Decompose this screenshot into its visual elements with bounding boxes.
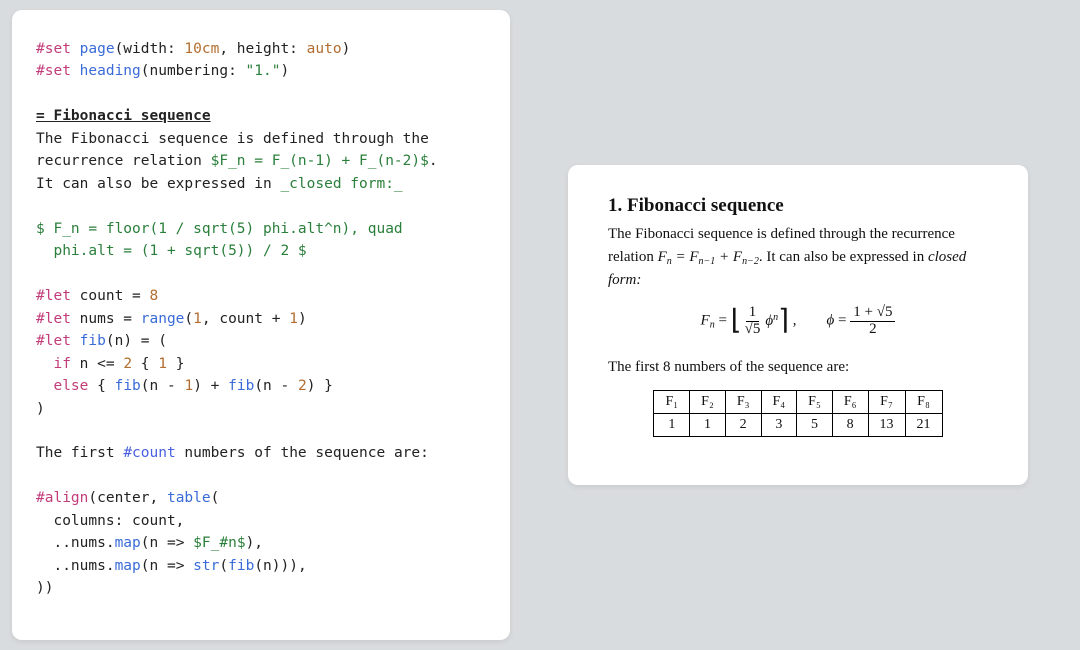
code-block: #set page(width: 10cm, height: auto) #se… xyxy=(36,38,486,600)
rendered-heading: 1. Fibonacci sequence xyxy=(608,195,988,217)
fn-heading: heading xyxy=(80,63,141,79)
table-cell: 21 xyxy=(905,414,942,437)
fraction: 1 + √5 2 xyxy=(850,305,895,338)
table-header: F₃ xyxy=(725,391,761,414)
closed-form-formula: Fn = ⌊ 1 √5 ϕn ⌉ , ϕ = xyxy=(608,305,988,338)
emphasis-markup: _closed form:_ xyxy=(280,176,402,192)
prose-line: The Fibonacci sequence is defined throug… xyxy=(36,131,429,147)
table-header: F₄ xyxy=(761,391,797,414)
keyword-set: #set xyxy=(36,41,71,57)
keyword-set: #set xyxy=(36,63,71,79)
table-cell: 3 xyxy=(761,414,797,437)
var-ref-count: #count xyxy=(123,445,175,461)
recurrence-math: Fn = Fn−1 + Fn−2 xyxy=(658,249,759,265)
rendered-output-wrap: 1. Fibonacci sequence The Fibonacci sequ… xyxy=(528,10,1068,640)
markup-heading: = Fibonacci sequence xyxy=(36,108,211,124)
inline-math: $F_n = F_(n-1) + F_(n-2)$ xyxy=(211,153,429,169)
table-cell: 8 xyxy=(832,414,868,437)
split-view: #set page(width: 10cm, height: auto) #se… xyxy=(0,0,1080,650)
keyword-let: #let xyxy=(36,288,71,304)
fn-page: page xyxy=(80,41,115,57)
table-header: F₅ xyxy=(797,391,833,414)
table-header: F₂ xyxy=(690,391,726,414)
floor-right-icon: ⌉ xyxy=(778,307,789,335)
source-code-panel: #set page(width: 10cm, height: auto) #se… xyxy=(12,10,510,640)
fibonacci-table: F₁ F₂ F₃ F₄ F₅ F₆ F₇ F₈ 1 1 2 3 5 8 13 xyxy=(653,390,942,437)
table-cell: 5 xyxy=(797,414,833,437)
formula-lhs: Fn = ⌊ 1 √5 ϕn ⌉ , xyxy=(701,305,797,338)
table-header: F₈ xyxy=(905,391,942,414)
rendered-output-panel: 1. Fibonacci sequence The Fibonacci sequ… xyxy=(568,165,1028,485)
rendered-paragraph-1: The Fibonacci sequence is defined throug… xyxy=(608,223,988,291)
fraction: 1 √5 xyxy=(742,305,764,338)
floor-left-icon: ⌊ xyxy=(731,307,742,335)
table-header: F₆ xyxy=(832,391,868,414)
table-row: F₁ F₂ F₃ F₄ F₅ F₆ F₇ F₈ xyxy=(654,391,942,414)
formula-phi-def: ϕ = 1 + √5 2 xyxy=(827,305,896,338)
table-row: 1 1 2 3 5 8 13 21 xyxy=(654,414,942,437)
fn-call-align: #align xyxy=(36,490,88,506)
table-header: F₁ xyxy=(654,391,690,414)
keyword-let: #let xyxy=(36,311,71,327)
table-header: F₇ xyxy=(868,391,905,414)
rendered-paragraph-2: The first 8 numbers of the sequence are: xyxy=(608,356,988,379)
table-cell: 13 xyxy=(868,414,905,437)
table-cell: 1 xyxy=(654,414,690,437)
block-math-line: $ F_n = floor(1 / sqrt(5) phi.alt^n), qu… xyxy=(36,221,403,237)
block-math-line: phi.alt = (1 + sqrt(5)) / 2 $ xyxy=(36,243,307,259)
floor-expr: ⌊ 1 √5 ϕn ⌉ xyxy=(731,305,789,338)
table-cell: 1 xyxy=(690,414,726,437)
table-cell: 2 xyxy=(725,414,761,437)
keyword-let: #let xyxy=(36,333,71,349)
